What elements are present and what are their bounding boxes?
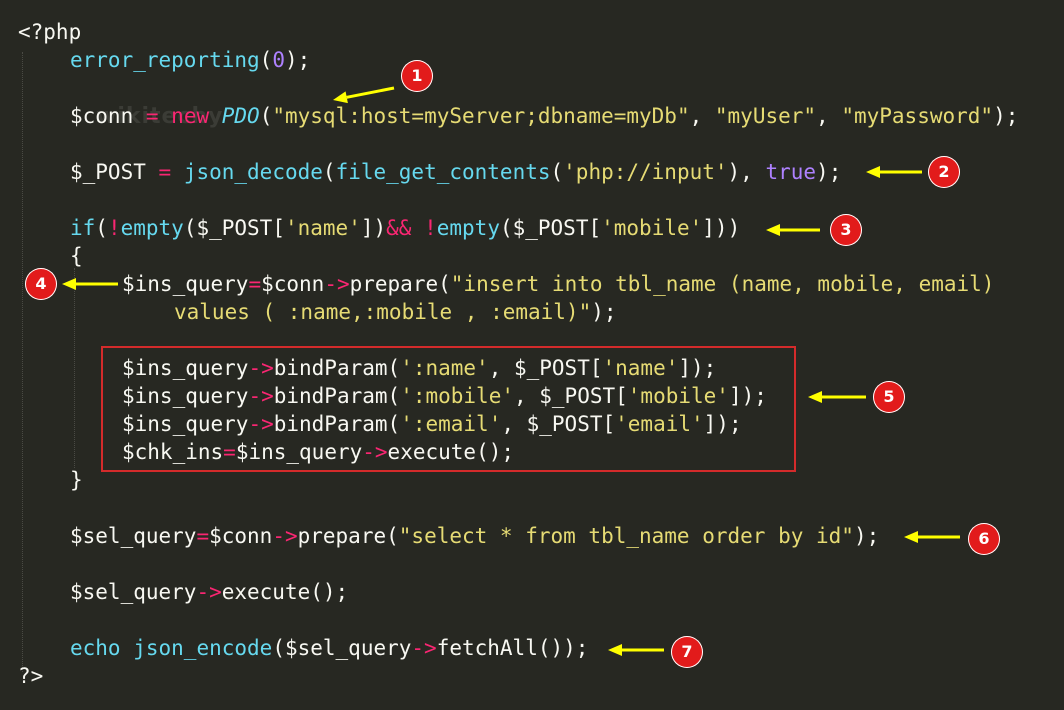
annotation-badge: 6	[968, 523, 1000, 555]
arrow-icon	[608, 644, 664, 656]
annotation-badge: 3	[830, 214, 862, 246]
annotation-badge: 4	[25, 268, 57, 300]
annotation-badge: 7	[671, 636, 703, 668]
annotation-badge: 2	[928, 156, 960, 188]
annotation-badge: 1	[401, 60, 433, 92]
annotation-badge: 5	[873, 381, 905, 413]
